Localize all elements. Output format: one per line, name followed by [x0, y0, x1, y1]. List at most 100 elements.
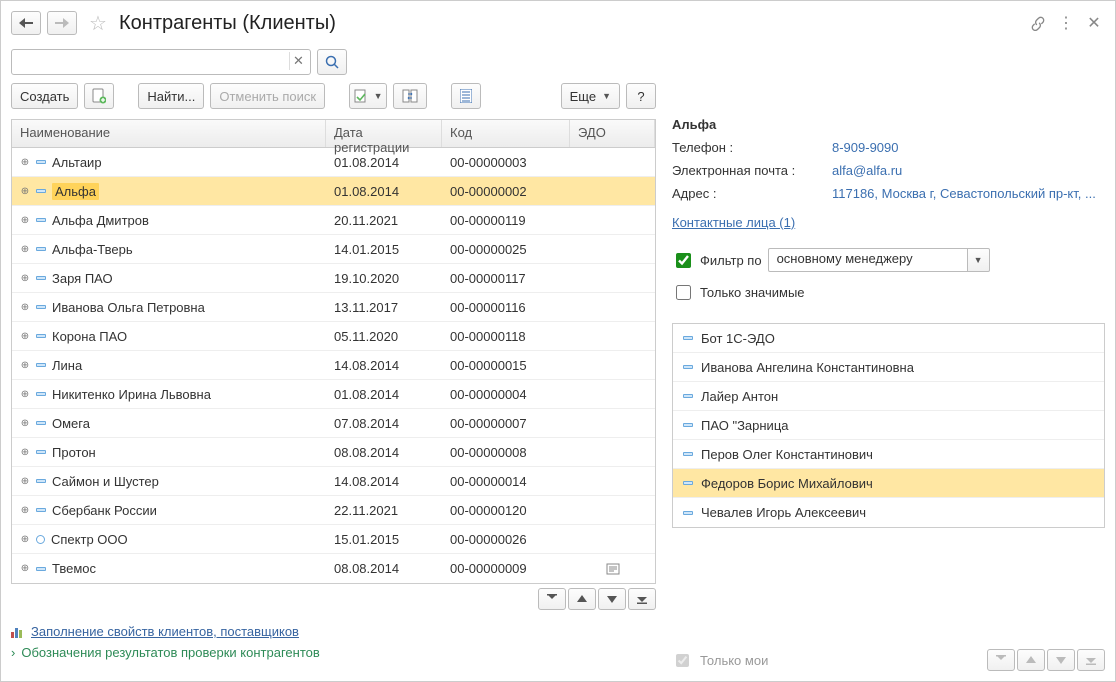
row-edo	[570, 562, 655, 576]
expand-icon[interactable]: ⊕	[20, 505, 30, 516]
table-row[interactable]: ⊕Лина14.08.201400-00000015	[12, 351, 655, 380]
row-name: Альфа Дмитров	[52, 213, 149, 228]
manager-name: Бот 1С-ЭДО	[701, 331, 775, 346]
table-row[interactable]: ⊕Корона ПАО05.11.202000-00000118	[12, 322, 655, 351]
table-row[interactable]: ⊕Твемос08.08.201400-00000009	[12, 554, 655, 583]
row-marker-icon	[36, 334, 46, 338]
list-item[interactable]: Иванова Ангелина Константиновна	[673, 353, 1104, 382]
favorite-star-icon[interactable]: ☆	[87, 12, 109, 34]
address-value[interactable]: 117186, Москва г, Севастопольский пр-кт,…	[832, 186, 1105, 201]
list-item[interactable]: Лайер Антон	[673, 382, 1104, 411]
footer-link-check-results[interactable]: › Обозначения результатов проверки контр…	[11, 645, 656, 660]
expand-icon[interactable]: ⊕	[20, 244, 30, 255]
expand-icon[interactable]: ⊕	[20, 186, 30, 197]
search-field-wrap: ✕	[11, 49, 311, 75]
filter-select-wrap: основному менеджеру ▼	[768, 248, 990, 272]
expand-icon[interactable]: ⊕	[20, 534, 30, 545]
expand-icon[interactable]: ⊕	[20, 331, 30, 342]
col-header-name[interactable]: Наименование	[12, 120, 326, 147]
load-button[interactable]: ▼	[349, 83, 387, 109]
email-value[interactable]: alfa@alfa.ru	[832, 163, 1105, 178]
list-item[interactable]: Чевалев Игорь Алексеевич	[673, 498, 1104, 527]
expand-icon[interactable]: ⊕	[20, 360, 30, 371]
help-button[interactable]: ?	[626, 83, 656, 109]
row-name: Саймон и Шустер	[52, 474, 159, 489]
expand-icon[interactable]: ⊕	[20, 215, 30, 226]
grid-nav-down[interactable]	[598, 588, 626, 610]
search-button[interactable]	[317, 49, 347, 75]
col-header-edo[interactable]: ЭДО	[570, 120, 655, 147]
filter-by-checkbox[interactable]	[676, 253, 691, 268]
expand-icon[interactable]: ⊕	[20, 157, 30, 168]
expand-icon[interactable]: ⊕	[20, 273, 30, 284]
row-marker-icon	[36, 363, 46, 367]
mgr-nav-up[interactable]	[1017, 649, 1045, 671]
grid-nav-first[interactable]	[538, 588, 566, 610]
exchange-button[interactable]	[393, 83, 427, 109]
mgr-nav-last[interactable]	[1077, 649, 1105, 671]
filter-select-dropdown-button[interactable]: ▼	[968, 248, 990, 272]
expand-icon[interactable]: ⊕	[20, 389, 30, 400]
table-row[interactable]: ⊕Никитенко Ирина Львовна01.08.201400-000…	[12, 380, 655, 409]
grid-nav-up[interactable]	[568, 588, 596, 610]
create-copy-button[interactable]	[84, 83, 114, 109]
nav-back-button[interactable]	[11, 11, 41, 35]
find-button[interactable]: Найти...	[138, 83, 204, 109]
footer-link-properties-text[interactable]: Заполнение свойств клиентов, поставщиков	[31, 624, 299, 639]
list-item[interactable]: Федоров Борис Михайлович	[673, 469, 1104, 498]
table-row[interactable]: ⊕Протон08.08.201400-00000008	[12, 438, 655, 467]
row-date: 08.08.2014	[326, 561, 442, 576]
col-header-code[interactable]: Код	[442, 120, 570, 147]
col-header-date[interactable]: Дата регистрации	[326, 120, 442, 147]
table-row[interactable]: ⊕Сбербанк России22.11.202100-00000120	[12, 496, 655, 525]
mgr-nav-first[interactable]	[987, 649, 1015, 671]
grid-nav-last[interactable]	[628, 588, 656, 610]
list-item[interactable]: Бот 1С-ЭДО	[673, 324, 1104, 353]
search-clear-button[interactable]: ✕	[289, 52, 307, 70]
table-row[interactable]: ⊕Иванова Ольга Петровна13.11.201700-0000…	[12, 293, 655, 322]
table-row[interactable]: ⊕Саймон и Шустер14.08.201400-00000014	[12, 467, 655, 496]
cancel-search-button[interactable]: Отменить поиск	[210, 83, 325, 109]
table-row[interactable]: ⊕Омега07.08.201400-00000007	[12, 409, 655, 438]
search-input[interactable]	[11, 49, 311, 75]
only-significant-checkbox[interactable]	[676, 285, 691, 300]
table-row[interactable]: ⊕Альфа Дмитров20.11.202100-00000119	[12, 206, 655, 235]
row-marker-icon	[36, 450, 46, 454]
row-marker-icon	[683, 511, 693, 515]
list-item[interactable]: ПАО "Зарница	[673, 411, 1104, 440]
nav-forward-button[interactable]	[47, 11, 77, 35]
table-row[interactable]: ⊕Альфа-Тверь14.01.201500-00000025	[12, 235, 655, 264]
table-row[interactable]: ⊕Заря ПАО19.10.202000-00000117	[12, 264, 655, 293]
close-icon[interactable]: ✕	[1083, 12, 1105, 34]
manager-name: Перов Олег Константинович	[701, 447, 873, 462]
link-icon[interactable]	[1027, 12, 1049, 34]
footer-link-properties[interactable]: Заполнение свойств клиентов, поставщиков	[11, 624, 656, 639]
expand-icon[interactable]: ⊕	[20, 302, 30, 313]
list-view-button[interactable]	[451, 83, 481, 109]
row-code: 00-00000026	[442, 532, 570, 547]
more-button[interactable]: Еще▼	[561, 83, 620, 109]
footer-links: Заполнение свойств клиентов, поставщиков…	[11, 624, 656, 666]
contacts-link[interactable]: Контактные лица (1)	[672, 215, 1105, 230]
create-button[interactable]: Создать	[11, 83, 78, 109]
row-date: 01.08.2014	[326, 387, 442, 402]
mgr-navigator	[987, 649, 1105, 671]
expand-icon[interactable]: ⊕	[20, 447, 30, 458]
row-date: 14.08.2014	[326, 358, 442, 373]
only-mine-checkbox	[676, 654, 689, 667]
table-row[interactable]: ⊕Спектр ООО15.01.201500-00000026	[12, 525, 655, 554]
row-marker-icon	[683, 394, 693, 398]
filter-select[interactable]: основному менеджеру	[768, 248, 968, 272]
list-item[interactable]: Перов Олег Константинович	[673, 440, 1104, 469]
expand-icon[interactable]: ⊕	[20, 563, 30, 574]
table-row[interactable]: ⊕Альфа01.08.201400-00000002	[12, 177, 655, 206]
app-window: ☆ Контрагенты (Клиенты) ⋮ ✕ ✕ Создать На…	[0, 0, 1116, 682]
mgr-nav-down[interactable]	[1047, 649, 1075, 671]
kebab-menu-icon[interactable]: ⋮	[1055, 12, 1077, 34]
field-email: Электронная почта : alfa@alfa.ru	[672, 163, 1105, 178]
expand-icon[interactable]: ⊕	[20, 418, 30, 429]
phone-value[interactable]: 8-909-9090	[832, 140, 1105, 155]
expand-icon[interactable]: ⊕	[20, 476, 30, 487]
row-marker-icon	[36, 479, 46, 483]
row-name: Никитенко Ирина Львовна	[52, 387, 211, 402]
